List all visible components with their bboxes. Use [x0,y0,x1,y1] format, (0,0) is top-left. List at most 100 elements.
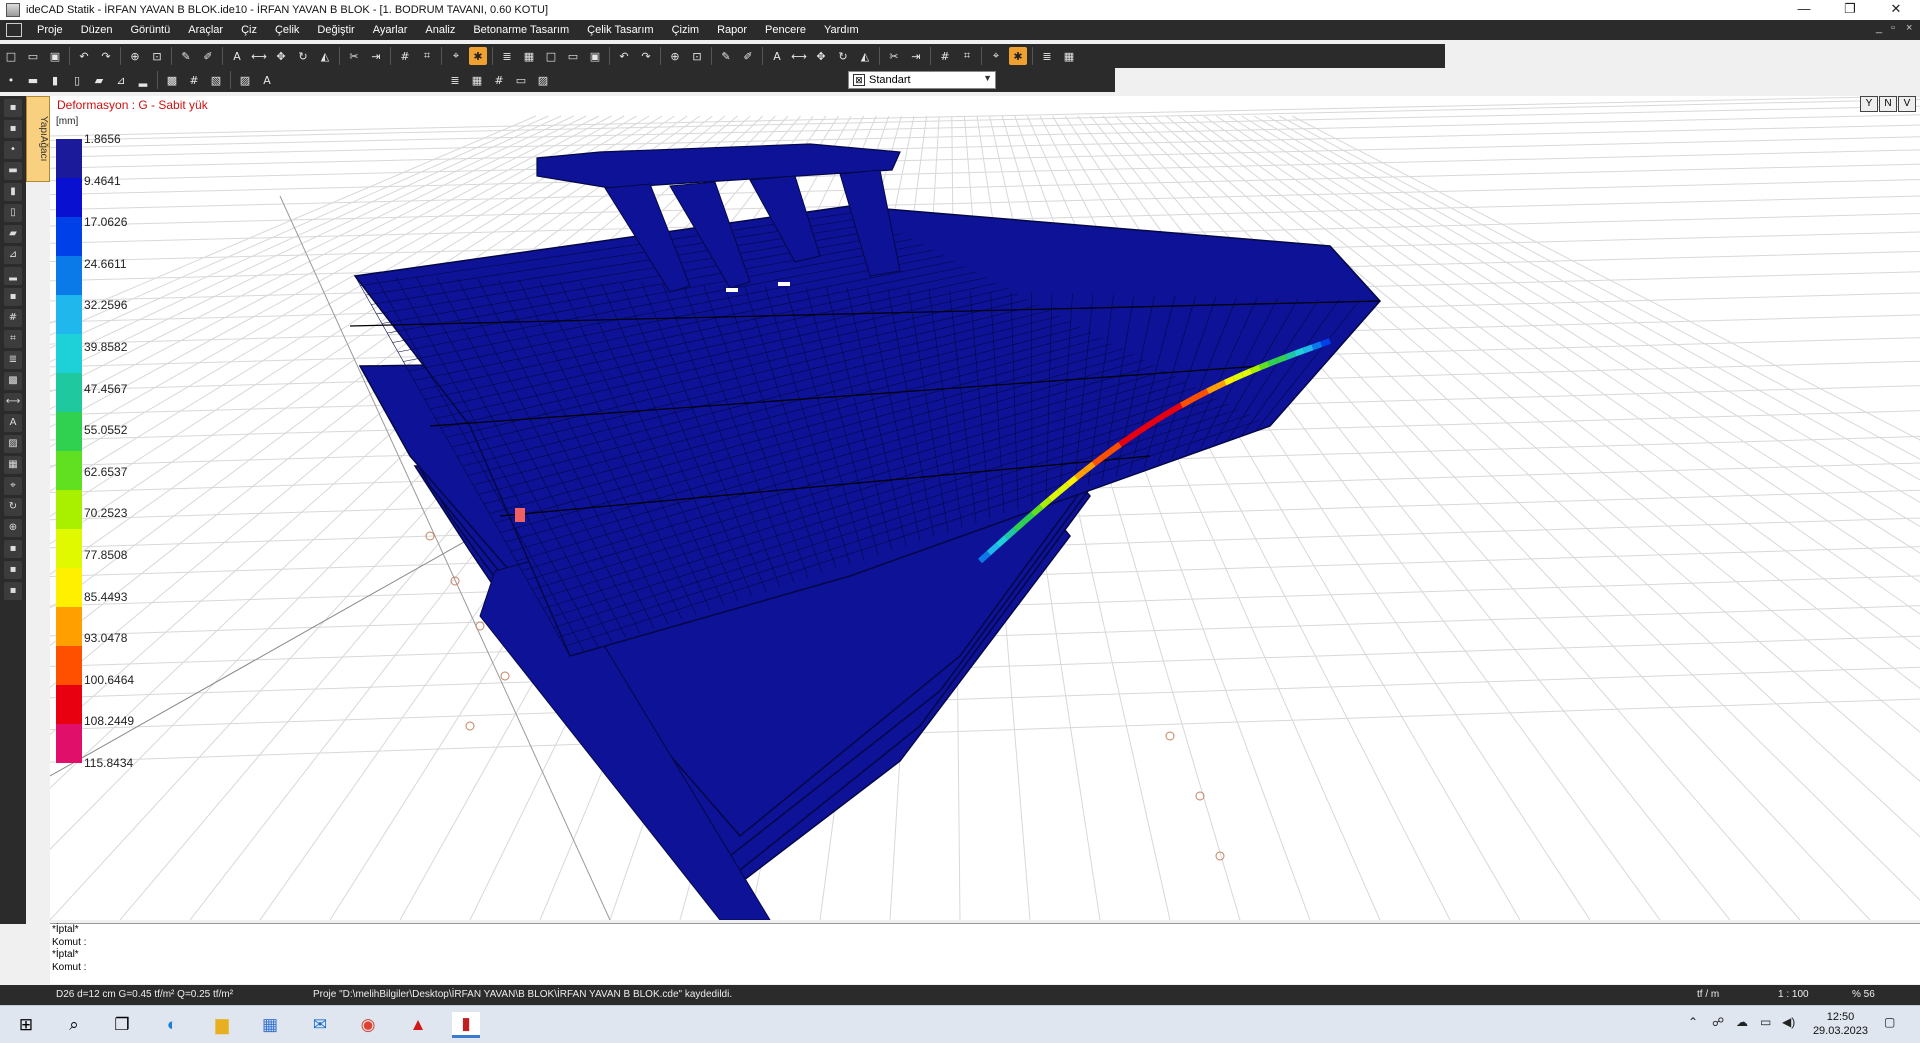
chevron-up-icon[interactable]: ⌃ [1688,1015,1698,1029]
trim-icon[interactable]: ✂ [345,47,363,65]
save-icon[interactable]: ▣ [46,47,64,65]
save-icon[interactable]: ▣ [586,47,604,65]
grid-icon[interactable]: # [4,309,22,327]
zoom-window-icon[interactable]: ⊡ [688,47,706,65]
idecad-icon[interactable]: ▮ [452,1012,480,1038]
measure-icon[interactable]: ⟷ [790,47,808,65]
pen-icon[interactable]: ✐ [739,47,757,65]
stair-icon[interactable]: ⊿ [112,71,130,89]
measure-icon[interactable]: ⟷ [4,393,22,411]
pencil-icon[interactable]: ✎ [717,47,735,65]
menu-ciz[interactable]: Çiz [232,24,266,36]
mdi-restore-icon[interactable]: ▫ [1891,22,1895,34]
document-menu-icon[interactable] [6,23,22,37]
cloud-icon[interactable]: ☁ [1736,1015,1748,1029]
mail-icon[interactable]: ✉ [306,1012,334,1038]
menu-yardim[interactable]: Yardım [815,24,868,36]
text-icon[interactable]: A [4,414,22,432]
mirror-icon[interactable]: ◭ [316,47,334,65]
undo-icon[interactable]: ↶ [615,47,633,65]
slab-icon[interactable]: ▰ [90,71,108,89]
network-icon[interactable]: ☍ [1712,1015,1724,1029]
table-icon[interactable]: ▦ [520,47,538,65]
layer-icon[interactable]: ≣ [498,47,516,65]
rotate-icon[interactable]: ↻ [4,498,22,516]
text-icon[interactable]: A [768,47,786,65]
snap-icon[interactable]: ⌖ [987,47,1005,65]
redo-icon[interactable]: ↷ [97,47,115,65]
mirror-icon[interactable]: ◭ [856,47,874,65]
slab-icon[interactable]: ▰ [4,225,22,243]
node-icon[interactable]: • [2,71,20,89]
text-icon[interactable]: A [258,71,276,89]
maximize-button[interactable]: ❐ [1827,0,1873,20]
measure-icon[interactable]: ⟷ [250,47,268,65]
table-icon[interactable]: ▦ [4,456,22,474]
table-icon[interactable]: ▦ [1060,47,1078,65]
binoculars-icon[interactable]: ▪ [4,582,22,600]
list-icon[interactable]: ▪ [4,99,22,117]
store-icon[interactable]: ▦ [256,1012,284,1038]
undo-icon[interactable]: ↶ [75,47,93,65]
view-button-y[interactable]: Y [1860,96,1878,112]
menu-ayarlar[interactable]: Ayarlar [364,24,417,36]
mdi-minimize-icon[interactable]: _ [1876,22,1882,34]
structure-tree-tab[interactable]: YapıAğacı [26,96,50,182]
start-icon[interactable]: ⊞ [12,1012,40,1038]
zoom-icon[interactable]: ⊕ [666,47,684,65]
hatch-icon[interactable]: ▧ [207,71,225,89]
image-icon[interactable]: ▨ [4,435,22,453]
text-icon[interactable]: A [228,47,246,65]
menu-cizim[interactable]: Çizim [663,24,709,36]
snap-active-icon[interactable]: ✱ [1009,47,1027,65]
task-view-icon[interactable]: ❐ [108,1012,136,1038]
redo-icon[interactable]: ↷ [637,47,655,65]
rect-icon[interactable]: ▭ [512,71,530,89]
new-icon[interactable]: □ [2,47,20,65]
stair-icon[interactable]: ⊿ [4,246,22,264]
wall-icon[interactable]: ▯ [4,204,22,222]
snap-icon[interactable]: ⌖ [447,47,465,65]
beam-icon[interactable]: ▬ [4,162,22,180]
grid-icon[interactable]: # [396,47,414,65]
autocad-icon[interactable]: ▲ [404,1012,432,1038]
section-icon[interactable]: ⌗ [958,47,976,65]
status-scale[interactable]: 1 : 100 [1778,989,1809,1000]
node-icon[interactable]: • [4,141,22,159]
menu-rapor[interactable]: Rapor [708,24,756,36]
pen-icon[interactable]: ✐ [199,47,217,65]
rotate-icon[interactable]: ↻ [834,47,852,65]
new-icon[interactable]: □ [542,47,560,65]
open-icon[interactable]: ▭ [564,47,582,65]
section-icon[interactable]: ⌗ [418,47,436,65]
tools-icon[interactable]: ▪ [4,561,22,579]
menu-proje[interactable]: Proje [28,24,72,36]
select-icon[interactable]: ▪ [4,120,22,138]
move-icon[interactable]: ✥ [812,47,830,65]
zoom-icon[interactable]: ⊕ [126,47,144,65]
foundation-icon[interactable]: ▂ [4,267,22,285]
menu-araclar[interactable]: Araçlar [179,24,232,36]
layer-icon[interactable]: ≣ [1038,47,1056,65]
rotate-icon[interactable]: ↻ [294,47,312,65]
volume-icon[interactable]: ◀) [1782,1015,1795,1029]
minimize-button[interactable]: — [1781,0,1827,20]
notifications-icon[interactable]: ▢ [1884,1015,1895,1029]
menu-celik[interactable]: Çelik [266,24,308,36]
menu-duzen[interactable]: Düzen [72,24,122,36]
status-zoom[interactable]: % 56 [1852,989,1875,1000]
monitor-icon[interactable]: ▭ [1760,1015,1771,1029]
style-select[interactable]: ⊠ Standart ▼ [848,71,996,89]
snap-icon[interactable]: ⌖ [4,477,22,495]
structure-model[interactable] [50,96,1920,920]
view-button-v[interactable]: V [1898,96,1916,112]
grid-icon[interactable]: # [185,71,203,89]
command-window[interactable]: *İptal* Komut : *İptal* Komut : [50,923,1920,984]
zoom-icon[interactable]: ⊕ [4,519,22,537]
pencil-icon[interactable]: ✎ [177,47,195,65]
menu-celik-tasarim[interactable]: Çelik Tasarım [578,24,662,36]
zoom-window-icon[interactable]: ⊡ [148,47,166,65]
image-icon[interactable]: ▨ [236,71,254,89]
menu-betonarme-tasarim[interactable]: Betonarme Tasarım [464,24,578,36]
settings-icon[interactable]: ▪ [4,540,22,558]
